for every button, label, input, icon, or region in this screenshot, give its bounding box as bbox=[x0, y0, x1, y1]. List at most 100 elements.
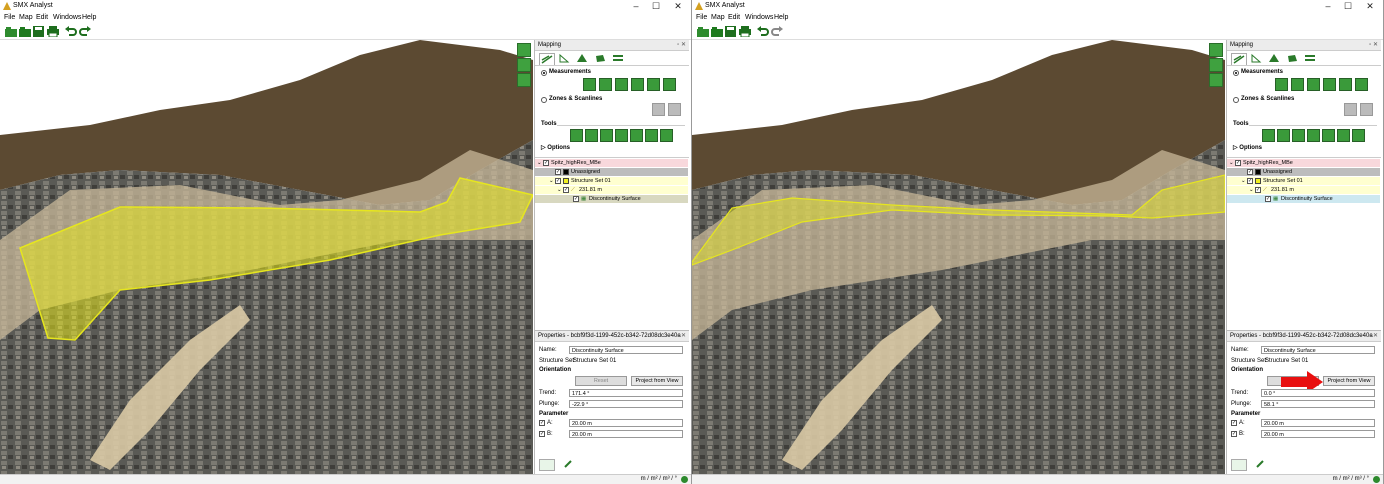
structure-set-checkbox[interactable]: ✓ bbox=[1247, 178, 1253, 184]
3d-viewport[interactable] bbox=[692, 40, 1225, 474]
tab-settings-icon[interactable] bbox=[1303, 53, 1317, 64]
tree-row-unassigned[interactable]: ✓ Unassigned bbox=[535, 168, 688, 176]
b-input[interactable]: 20.00 m bbox=[1261, 430, 1375, 438]
maximize-button[interactable]: ☐ bbox=[646, 1, 666, 12]
b-checkbox[interactable]: ✓ bbox=[1231, 431, 1237, 437]
maximize-button[interactable]: ☐ bbox=[1338, 1, 1358, 12]
undo-icon[interactable] bbox=[757, 26, 769, 37]
surface-tool-button[interactable] bbox=[631, 78, 644, 91]
properties-close-icon[interactable]: ▫ ✕ bbox=[1369, 331, 1378, 341]
tab-measurements-icon[interactable] bbox=[539, 53, 555, 65]
structure-set-checkbox[interactable]: ✓ bbox=[555, 178, 561, 184]
line-tool-button[interactable] bbox=[583, 78, 596, 91]
tool-4-button[interactable] bbox=[615, 129, 628, 142]
point-cloud-view[interactable] bbox=[692, 40, 1225, 474]
expand-icon[interactable]: ⌄ bbox=[1249, 186, 1254, 194]
menu-edit[interactable]: Edit bbox=[36, 14, 48, 21]
print-icon[interactable] bbox=[47, 26, 59, 37]
menu-file[interactable]: File bbox=[4, 14, 15, 21]
measurements-radio[interactable] bbox=[541, 70, 547, 76]
new-project-icon[interactable] bbox=[697, 26, 709, 37]
options-expander[interactable]: ▷ Options bbox=[1233, 144, 1262, 151]
menu-file[interactable]: File bbox=[696, 14, 707, 21]
menu-edit[interactable]: Edit bbox=[728, 14, 740, 21]
surface-checkbox[interactable]: ✓ bbox=[573, 196, 579, 202]
view-plane-button[interactable] bbox=[1209, 58, 1223, 72]
trace-tool-button[interactable] bbox=[615, 78, 628, 91]
view-camera-button[interactable] bbox=[1209, 43, 1223, 57]
save-icon[interactable] bbox=[725, 26, 737, 37]
tree-row-surface[interactable]: ✓ ▦ Discontinuity Surface bbox=[1227, 195, 1380, 203]
panel-close-icon[interactable]: ▫ ✕ bbox=[1369, 40, 1378, 50]
panel-splitter[interactable] bbox=[535, 157, 689, 158]
a-input[interactable]: 20.00 m bbox=[1261, 419, 1375, 427]
menu-map[interactable]: Map bbox=[19, 14, 33, 21]
zone-tool-button[interactable] bbox=[1344, 103, 1357, 116]
zones-radio[interactable] bbox=[541, 97, 547, 103]
arch-tool-button[interactable] bbox=[1355, 78, 1368, 91]
close-button[interactable]: ✕ bbox=[668, 1, 688, 12]
tab-flag-icon[interactable] bbox=[1267, 53, 1281, 64]
plunge-input[interactable]: -22.9 ° bbox=[569, 400, 683, 408]
options-expander[interactable]: ▷ Options bbox=[541, 144, 570, 151]
name-input[interactable]: Discontinuity Surface bbox=[1261, 346, 1375, 354]
properties-close-icon[interactable]: ▫ ✕ bbox=[677, 331, 686, 341]
tab-flag-icon[interactable] bbox=[575, 53, 589, 64]
globe-icon[interactable] bbox=[1373, 476, 1380, 483]
plunge-input[interactable]: 58.1 ° bbox=[1261, 400, 1375, 408]
expand-icon[interactable]: ⌄ bbox=[549, 177, 554, 185]
minimize-button[interactable]: – bbox=[1318, 1, 1338, 12]
tree-row-measurement[interactable]: ⌄ ✓ ⟋ 231.81 m bbox=[1227, 186, 1380, 194]
tab-measurements-icon[interactable] bbox=[1231, 53, 1247, 65]
tool-5-button[interactable] bbox=[1322, 129, 1335, 142]
redo-icon[interactable] bbox=[771, 26, 783, 37]
unassigned-checkbox[interactable]: ✓ bbox=[555, 169, 561, 175]
edit-pencil-icon[interactable] bbox=[1255, 459, 1265, 469]
point-cloud-view[interactable] bbox=[0, 40, 533, 474]
point-tool-button[interactable] bbox=[647, 78, 660, 91]
point-tool-button[interactable] bbox=[1339, 78, 1352, 91]
trace-tool-button[interactable] bbox=[1307, 78, 1320, 91]
tree-row-surface[interactable]: ✓ ▦ Discontinuity Surface bbox=[535, 195, 688, 203]
edit-pencil-icon[interactable] bbox=[563, 459, 573, 469]
view-extent-button[interactable] bbox=[1209, 73, 1223, 87]
menu-help[interactable]: Help bbox=[82, 14, 96, 21]
tool-2-button[interactable] bbox=[585, 129, 598, 142]
menu-help[interactable]: Help bbox=[774, 14, 788, 21]
name-input[interactable]: Discontinuity Surface bbox=[569, 346, 683, 354]
expand-icon[interactable]: ⌄ bbox=[1241, 177, 1246, 185]
tree-row-structure-set[interactable]: ⌄ ✓ Structure Set 01 bbox=[535, 177, 688, 185]
tool-6-button[interactable] bbox=[1337, 129, 1350, 142]
trend-input[interactable]: 171.4 ° bbox=[569, 389, 683, 397]
tool-3-button[interactable] bbox=[600, 129, 613, 142]
menu-windows[interactable]: Windows bbox=[53, 14, 81, 21]
measurement-checkbox[interactable]: ✓ bbox=[563, 187, 569, 193]
curve-tool-button[interactable] bbox=[1291, 78, 1304, 91]
tree-row-root[interactable]: ⌄ ✓ Spitz_highRes_MBe bbox=[535, 159, 688, 167]
tab-geometry-icon[interactable] bbox=[557, 53, 571, 64]
tool-1-button[interactable] bbox=[1262, 129, 1275, 142]
trend-input[interactable]: 0.0 ° bbox=[1261, 389, 1375, 397]
open-folder-icon[interactable] bbox=[19, 26, 31, 37]
panel-splitter[interactable] bbox=[1227, 157, 1381, 158]
properties-tab-button[interactable] bbox=[1231, 459, 1247, 471]
tab-polygon-icon[interactable] bbox=[593, 53, 607, 64]
tab-geometry-icon[interactable] bbox=[1249, 53, 1263, 64]
b-checkbox[interactable]: ✓ bbox=[539, 431, 545, 437]
print-icon[interactable] bbox=[739, 26, 751, 37]
tool-5-button[interactable] bbox=[630, 129, 643, 142]
tool-3-button[interactable] bbox=[1292, 129, 1305, 142]
view-plane-button[interactable] bbox=[517, 58, 531, 72]
curve-tool-button[interactable] bbox=[599, 78, 612, 91]
scanline-tool-button[interactable] bbox=[1360, 103, 1373, 116]
zones-radio[interactable] bbox=[1233, 97, 1239, 103]
a-input[interactable]: 20.00 m bbox=[569, 419, 683, 427]
properties-tab-button[interactable] bbox=[539, 459, 555, 471]
tool-4-button[interactable] bbox=[1307, 129, 1320, 142]
a-checkbox[interactable]: ✓ bbox=[539, 420, 545, 426]
a-checkbox[interactable]: ✓ bbox=[1231, 420, 1237, 426]
tree-row-measurement[interactable]: ⌄ ✓ ⟋ 231.81 m bbox=[535, 186, 688, 194]
expand-icon[interactable]: ⌄ bbox=[1229, 159, 1234, 167]
tree-root-checkbox[interactable]: ✓ bbox=[1235, 160, 1241, 166]
save-icon[interactable] bbox=[33, 26, 45, 37]
